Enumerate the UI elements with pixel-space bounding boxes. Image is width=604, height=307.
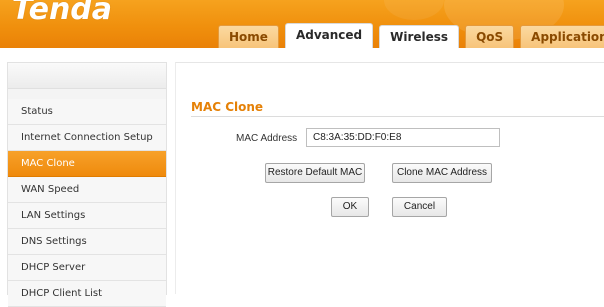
clone-mac-address-button[interactable]: Clone MAC Address xyxy=(392,163,492,183)
mac-address-label: MAC Address xyxy=(236,133,298,144)
sidebar-item-status[interactable]: Status xyxy=(8,99,166,125)
sidebar-item-lan-settings[interactable]: LAN Settings xyxy=(8,203,166,229)
section-title: MAC Clone xyxy=(191,100,264,114)
sidebar-item-dhcp-client-list[interactable]: DHCP Client List xyxy=(8,281,166,307)
restore-default-mac-button[interactable]: Restore Default MAC xyxy=(265,163,365,183)
sidebar-item-mac-clone[interactable]: MAC Clone xyxy=(8,151,166,177)
sidebar: Status Internet Connection Setup MAC Clo… xyxy=(7,62,167,307)
top-header: Tenda Home Advanced Wireless QoS Applica… xyxy=(0,0,604,48)
sidebar-item-wan-speed[interactable]: WAN Speed xyxy=(8,177,166,203)
sidebar-header xyxy=(8,63,166,89)
sidebar-item-dns-settings[interactable]: DNS Settings xyxy=(8,229,166,255)
sidebar-menu: Status Internet Connection Setup MAC Clo… xyxy=(8,99,166,307)
ok-button[interactable]: OK xyxy=(331,197,369,217)
tenda-logo: Tenda xyxy=(12,0,113,27)
tab-home[interactable]: Home xyxy=(218,25,279,48)
section-divider xyxy=(191,116,604,117)
sidebar-item-internet-connection-setup[interactable]: Internet Connection Setup xyxy=(8,125,166,151)
main-content: MAC Clone MAC Address Restore Default MA… xyxy=(175,62,604,294)
tab-wireless[interactable]: Wireless xyxy=(379,25,460,48)
tab-advanced[interactable]: Advanced xyxy=(284,23,374,48)
main-nav-tabs: Home Advanced Wireless QoS Applications xyxy=(218,23,604,48)
sidebar-item-dhcp-server[interactable]: DHCP Server xyxy=(8,255,166,281)
tab-qos[interactable]: QoS xyxy=(465,25,515,48)
cancel-button[interactable]: Cancel xyxy=(392,197,447,217)
tab-applications[interactable]: Applications xyxy=(520,25,604,48)
mac-address-input[interactable] xyxy=(306,128,500,147)
